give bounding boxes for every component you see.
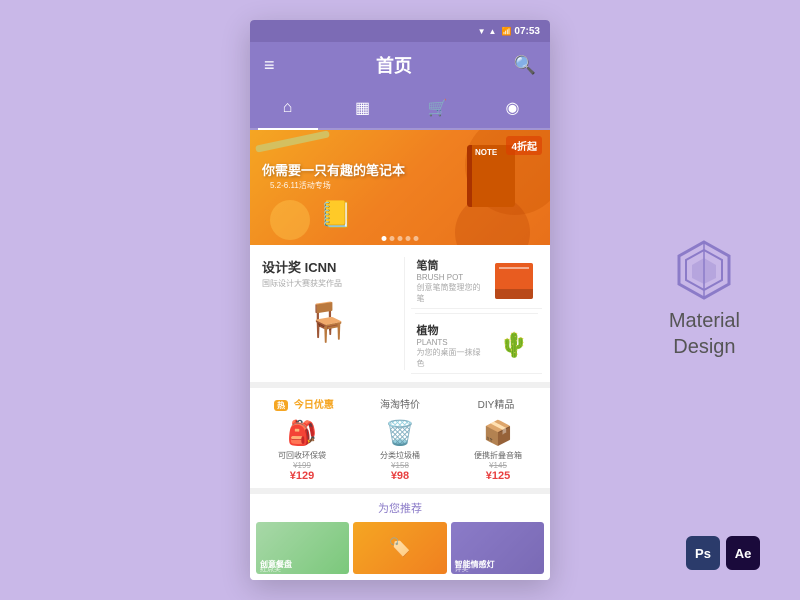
phone-mockup: ▼ ▲ 📶 07:53 ≡ 首页 🔍 ⌂ ▦ 🛒 ◉: [250, 20, 550, 580]
plants-text: 植物 PLANTS 为您的桌面一抹绿色: [417, 322, 487, 369]
search-icon[interactable]: 🔍: [514, 55, 536, 76]
brush-pot-image: [492, 261, 536, 301]
banner-dots: [382, 236, 419, 241]
deal-item-speaker[interactable]: 📦 便携折叠音箱 ¥145 ¥125: [452, 419, 544, 482]
speaker-old-price: ¥145: [489, 461, 507, 470]
bin-old-price: ¥158: [391, 461, 409, 470]
status-time: 07:53: [514, 26, 540, 37]
plants-cn: 植物: [417, 322, 487, 338]
deals-section: 热 今日优惠 海淘特价 DIY精品 🎒 可回收环保袋 ¥199: [250, 388, 550, 488]
category-right-items: 笔筒 BRUSH POT 创意笔筒整理您的笔: [411, 253, 543, 374]
right-item-divider: [415, 313, 539, 314]
deals-tab-diy[interactable]: DIY精品: [448, 394, 544, 413]
home-icon: ⌂: [283, 99, 293, 117]
rec-sublabel-3: 评奖: [455, 564, 469, 574]
hot-badge: 热: [274, 400, 288, 411]
deal-item-bin[interactable]: 🗑️ 分类垃圾桶 ¥158 ¥98: [354, 419, 446, 482]
tab-home[interactable]: ⌂: [250, 88, 325, 128]
deals-tab-today[interactable]: 热 今日优惠: [256, 394, 352, 413]
bin-name: 分类垃圾桶: [380, 450, 420, 461]
hamburger-menu-icon[interactable]: ≡: [264, 55, 275, 76]
brush-pot-cn: 笔筒: [417, 257, 487, 273]
category-design-award[interactable]: 设计奖 ICNN 国际设计大赛获奖作品 🪑: [258, 253, 398, 374]
cart-icon: 🛒: [428, 98, 448, 118]
speaker-name: 便携折叠音箱: [474, 450, 522, 461]
tab-discover[interactable]: ◉: [475, 88, 550, 128]
main-content: 设计奖 ICNN 国际设计大赛获奖作品 🪑 笔筒 BRUSH POT: [250, 245, 550, 580]
bag-old-price: ¥199: [293, 461, 311, 470]
status-bar: ▼ ▲ 📶 07:53: [250, 20, 550, 42]
grid-icon: ▦: [355, 98, 370, 118]
bag-new-price: ¥129: [290, 470, 314, 482]
tab-grid[interactable]: ▦: [325, 88, 400, 128]
plants-image: 🌵: [492, 326, 536, 366]
material-branding-panel: MaterialDesign: [669, 240, 740, 360]
recommend-items-list: 创意餐盘 红点奖 🏷️ 智能情感灯 评奖: [256, 522, 544, 574]
page-title: 首页: [376, 52, 412, 78]
app-icons-panel: Ps Ae: [686, 536, 760, 570]
brush-pot-en: BRUSH POT: [417, 273, 487, 282]
speaker-image: 📦: [483, 419, 513, 448]
banner-discount: 4折起: [506, 136, 542, 155]
after-effects-icon[interactable]: Ae: [726, 536, 760, 570]
speaker-new-price: ¥125: [486, 470, 510, 482]
chair-image: 🪑: [304, 301, 351, 345]
deal-item-bag[interactable]: 🎒 可回收环保袋 ¥199 ¥129: [256, 419, 348, 482]
plants-desc: 为您的桌面一抹绿色: [417, 347, 487, 369]
category-divider: [404, 257, 405, 370]
material-design-text: MaterialDesign: [669, 308, 740, 360]
tab-cart[interactable]: 🛒: [400, 88, 475, 128]
banner-character: 📒: [320, 199, 352, 230]
promo-banner[interactable]: NOTE 你需要一只有趣的笔记本 5.2-6.11活动专场 4折起 📒: [250, 130, 550, 245]
recommend-title: 为您推荐: [256, 500, 544, 516]
category-section: 设计奖 ICNN 国际设计大赛获奖作品 🪑 笔筒 BRUSH POT: [250, 245, 550, 382]
bag-image: 🎒: [287, 419, 317, 448]
bin-image: 🗑️: [385, 419, 415, 448]
deals-tabs: 热 今日优惠 海淘特价 DIY精品: [256, 394, 544, 413]
plants-en: PLANTS: [417, 338, 487, 347]
recommend-section: 为您推荐 创意餐盘 红点奖 🏷️ 智能情感灯 评奖: [250, 494, 550, 580]
category-brush-pot[interactable]: 笔筒 BRUSH POT 创意笔筒整理您的笔: [411, 253, 543, 309]
banner-sub-text: 5.2-6.11活动专场: [270, 180, 331, 191]
compass-icon: ◉: [506, 98, 520, 118]
bin-new-price: ¥98: [391, 470, 409, 482]
deals-tab-overseas[interactable]: 海淘特价: [352, 394, 448, 413]
bag-name: 可回收环保袋: [278, 450, 326, 461]
photoshop-icon[interactable]: Ps: [686, 536, 720, 570]
rec-mid-icon: 🏷️: [389, 538, 411, 559]
design-award-title: 设计奖 ICNN: [262, 257, 394, 276]
design-award-desc: 国际设计大赛获奖作品: [262, 278, 394, 289]
category-plants[interactable]: 植物 PLANTS 为您的桌面一抹绿色 🌵: [411, 318, 543, 374]
deals-items-list: 🎒 可回收环保袋 ¥199 ¥129 🗑️ 分类垃圾桶 ¥158 ¥98: [256, 419, 544, 482]
brush-pot-desc: 创意笔筒整理您的笔: [417, 282, 487, 304]
banner-main-text: 你需要一只有趣的笔记本: [262, 160, 405, 179]
recommend-item-mid[interactable]: 🏷️: [353, 522, 446, 574]
status-icons: ▼ ▲ 📶 07:53: [478, 26, 540, 37]
recommend-item-plate[interactable]: 创意餐盘 红点奖: [256, 522, 349, 574]
brush-pot-text: 笔筒 BRUSH POT 创意笔筒整理您的笔: [417, 257, 487, 304]
rec-sublabel-1: 红点奖: [260, 564, 281, 574]
nav-bar: ≡ 首页 🔍: [250, 42, 550, 88]
material-design-logo: [674, 240, 734, 300]
tab-bar: ⌂ ▦ 🛒 ◉: [250, 88, 550, 130]
design-award-image-area: 🪑: [262, 295, 394, 345]
recommend-item-lamp[interactable]: 智能情感灯 评奖: [451, 522, 544, 574]
